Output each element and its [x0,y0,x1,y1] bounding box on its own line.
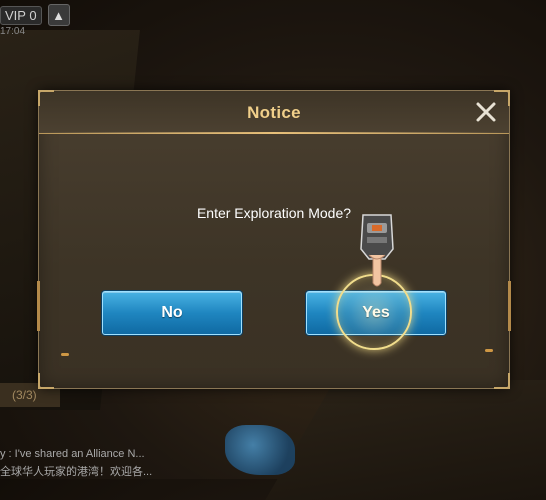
frame-accent [37,281,40,331]
dialog-message: Enter Exploration Mode? [196,205,352,221]
top-hud: VIP 0 ▲ [0,4,70,26]
background-wall [265,380,546,500]
frame-corner [494,90,510,106]
frame-corner [38,373,54,389]
pointing-hand-icon [357,211,397,289]
hud-time: 17:04 [0,26,26,37]
frame-corner [38,90,54,106]
sparkle [61,353,69,356]
sparkle [485,349,493,352]
no-button[interactable]: No [102,291,242,335]
vip-badge[interactable]: VIP 0 [0,5,42,25]
notice-dialog: Notice Enter Exploration Mode? No Yes [37,90,511,389]
frame-accent [508,281,511,331]
frame-corner [494,373,510,389]
background-crystal [225,425,295,475]
chat-line[interactable]: 全球华人玩家的港湾！欢迎各... [0,463,152,479]
chat-line[interactable]: y : I've shared an Alliance N... [0,448,145,460]
arrow-up-icon[interactable]: ▲ [47,4,70,26]
dialog-title: Notice [247,103,301,122]
yes-button[interactable]: Yes [306,291,446,335]
